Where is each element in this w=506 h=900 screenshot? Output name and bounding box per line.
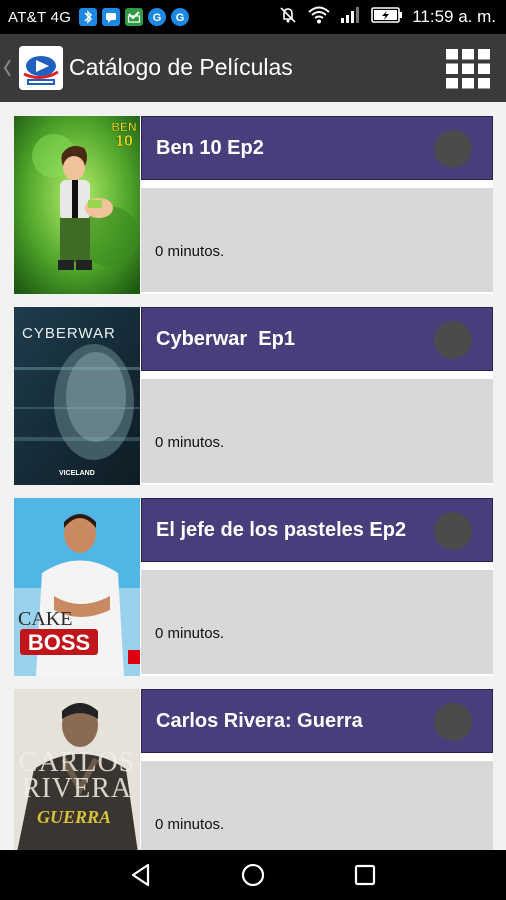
- wifi-icon: [307, 5, 331, 29]
- movie-card[interactable]: CYBERWAR VICELAND Cyberwar Ep1 0 minutos…: [14, 307, 493, 485]
- movie-card[interactable]: CARLOS RIVERA GUERRA Carlos Rivera: Guer…: [14, 689, 493, 850]
- home-button[interactable]: [238, 860, 268, 890]
- bluetooth-icon: [79, 8, 98, 26]
- movie-info-box[interactable]: 0 minutos.: [141, 570, 493, 674]
- cake-boss-poster-text: CAKE: [18, 608, 72, 630]
- svg-text:G: G: [153, 12, 162, 24]
- hangouts-icon: [125, 8, 144, 26]
- home-icon: [241, 863, 265, 887]
- google-icon: G: [148, 8, 167, 26]
- status-right: 11:59 a. m.: [278, 5, 506, 29]
- svg-text:10: 10: [115, 133, 133, 150]
- svg-text:G: G: [176, 12, 185, 24]
- movie-title-box[interactable]: Cyberwar Ep1: [141, 307, 493, 371]
- movie-list[interactable]: BEN 10 Ben 10 Ep2 0 minutos. CYBERWAR VI…: [0, 102, 506, 850]
- signal-icon: [340, 6, 362, 28]
- movie-info-box[interactable]: 0 minutos.: [141, 761, 493, 850]
- app-bar: Catálogo de Películas: [0, 34, 506, 102]
- recents-button[interactable]: [350, 860, 380, 890]
- clock: 11:59 a. m.: [412, 7, 496, 26]
- cake-boss-poster[interactable]: CAKE BOSS: [14, 498, 140, 676]
- svg-text:BEN: BEN: [111, 120, 136, 134]
- carlos-rivera-poster[interactable]: CARLOS RIVERA GUERRA: [14, 689, 140, 850]
- svg-text:RIVERA: RIVERA: [22, 773, 132, 804]
- carlos-rivera-poster-subtext: GUERRA: [37, 807, 111, 827]
- back-icon: [131, 863, 150, 887]
- movie-title: Ben 10 Ep2: [156, 137, 264, 159]
- ben10-poster[interactable]: BEN 10: [14, 116, 140, 294]
- status-bar: AT&T 4G G G 11:59 a. m.: [0, 0, 506, 34]
- google-icon: G: [171, 8, 190, 26]
- movie-duration: 0 minutos.: [155, 816, 225, 833]
- battery-charging-icon: [371, 6, 403, 28]
- select-radio[interactable]: [434, 321, 472, 359]
- cyberwar-poster-subtext: VICELAND: [59, 470, 95, 477]
- status-left: AT&T 4G G G: [0, 8, 194, 26]
- movie-title-box[interactable]: El jefe de los pasteles Ep2: [141, 498, 493, 562]
- carrier-label: AT&T 4G: [8, 8, 72, 26]
- select-radio[interactable]: [434, 703, 472, 741]
- cyberwar-poster-text: CYBERWAR: [22, 325, 116, 342]
- chevron-left-icon[interactable]: [2, 56, 12, 85]
- movie-title: Carlos Rivera: Guerra: [156, 710, 363, 732]
- cyberwar-poster[interactable]: CYBERWAR VICELAND: [14, 307, 140, 485]
- movie-title-box[interactable]: Ben 10 Ep2: [141, 116, 493, 180]
- select-radio[interactable]: [434, 130, 472, 168]
- movie-info-box[interactable]: 0 minutos.: [141, 188, 493, 292]
- cake-boss-poster-subtext: BOSS: [28, 630, 90, 655]
- movie-title: Cyberwar Ep1: [156, 328, 295, 350]
- movie-card[interactable]: BEN 10 Ben 10 Ep2 0 minutos.: [14, 116, 493, 294]
- app-logo-icon[interactable]: [19, 46, 63, 90]
- movie-info-box[interactable]: 0 minutos.: [141, 379, 493, 483]
- movie-duration: 0 minutos.: [155, 434, 225, 451]
- movie-title: El jefe de los pasteles Ep2: [156, 519, 407, 541]
- movie-duration: 0 minutos.: [155, 243, 225, 260]
- navigation-bar: [0, 850, 506, 900]
- chat-icon: [102, 8, 121, 26]
- movie-card[interactable]: CAKE BOSS El jefe de los pasteles Ep2 0 …: [14, 498, 493, 676]
- grid-menu-icon: [446, 49, 490, 89]
- movie-duration: 0 minutos.: [155, 625, 225, 642]
- select-radio[interactable]: [434, 512, 472, 550]
- recents-icon: [354, 864, 376, 886]
- movie-title-box[interactable]: Carlos Rivera: Guerra: [141, 689, 493, 753]
- page-title: Catálogo de Películas: [69, 54, 293, 80]
- back-button[interactable]: [126, 860, 156, 890]
- grid-menu-button[interactable]: [446, 49, 490, 89]
- mute-icon: [278, 5, 298, 29]
